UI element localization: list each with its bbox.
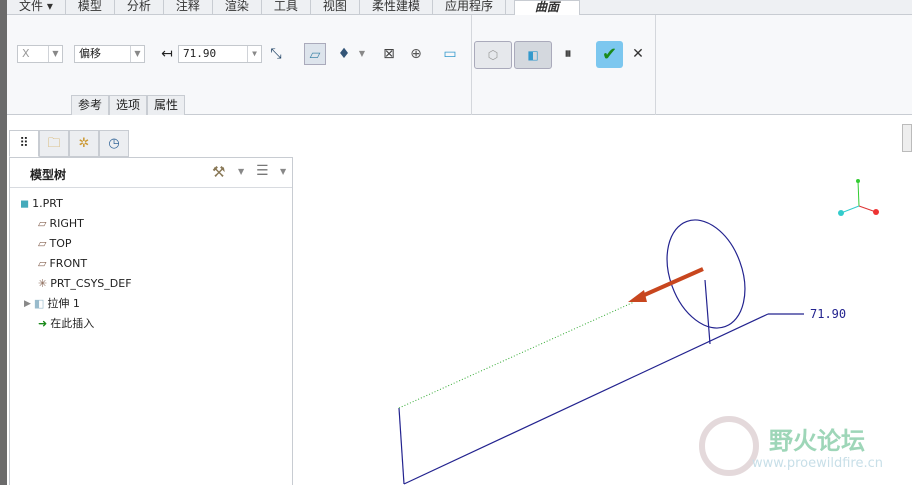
distance-icon: ↤ [161,46,173,62]
pause-icon[interactable]: ⏸ [557,43,579,65]
type-select-value: 偏移 [79,47,101,60]
surface-icon[interactable]: ▱ [304,43,326,65]
watermark-url: www.proewildfire.cn [752,456,883,471]
subtab-options[interactable]: 选项 [109,95,147,115]
confirm-button[interactable]: ✔ [596,41,623,68]
tab-analysis[interactable]: 分析 [115,0,164,15]
tab-view[interactable]: 视图 [311,0,360,15]
datum-plane-icon: ▱ [38,217,47,230]
chevron-down-icon[interactable]: ▼ [280,167,286,176]
distance-value: 71.90 [183,47,217,60]
hatch-icon[interactable]: ⊠ [378,43,400,65]
subtab-properties[interactable]: 属性 [147,95,185,115]
tab-annotate[interactable]: 注释 [164,0,213,15]
tree-item-label: 拉伸 1 [47,297,80,310]
axis-select[interactable]: X ▼ [17,45,63,63]
folder-browser-tab-icon[interactable]: 🗀 [39,130,69,157]
divider [655,15,656,115]
axis-select-value: X [22,47,30,60]
tab-applications[interactable]: 应用程序 [433,0,506,15]
chevron-down-icon: ▼ [48,46,62,62]
verify-preview-button[interactable]: ⬡ [474,41,512,69]
fill-icon[interactable]: ♦ [333,43,355,65]
tree-item-insert-here[interactable]: ➜ 在此插入 [38,315,94,333]
tree-item-extrude[interactable]: ▶ ◧ 拉伸 1 [24,295,80,313]
settings-tools-icon[interactable]: ⚒ [212,163,225,181]
circle-sketch [666,219,746,329]
chevron-down-icon: ▼ [130,46,144,62]
tree-item-label: PRT_CSYS_DEF [50,277,132,290]
tab-surface[interactable]: 曲面 [513,0,580,16]
side-panel-handle[interactable] [902,124,912,152]
type-select[interactable]: 偏移 ▼ [74,45,145,63]
tab-model[interactable]: 模型 [66,0,115,15]
watermark-logo [699,416,759,476]
datum-plane-icon: ▱ [38,257,47,270]
cancel-button[interactable]: ✕ [627,43,649,65]
preview-frame-icon[interactable]: ▭ [439,43,461,65]
model-tree-panel: 模型树 ⚒ ▼ ☰ ▼ ◼ 1.PRT ▱ RIGHT ▱ TOP ▱ FRONT ✳ P… [9,157,293,485]
graphics-viewport[interactable]: 71.90 野火论坛 www.proewildfire.cn [294,116,912,485]
watermark-title: 野火论坛 [769,427,865,455]
window-edge [0,0,7,485]
part-icon: ◼ [20,197,30,210]
chevron-down-icon[interactable]: ▼ [356,43,368,65]
tab-flexible-modeling[interactable]: 柔性建模 [360,0,433,15]
tree-item-label: TOP [49,237,72,250]
favorites-tab-icon[interactable]: ✲ [69,130,99,157]
distance-input[interactable]: 71.90 ▼ [178,45,262,63]
tab-file[interactable]: 文件 ▾ [7,0,66,15]
datum-plane-icon: ▱ [38,237,47,250]
model-tree-title: 模型树 [30,168,67,182]
chevron-down-icon[interactable]: ▼ [238,167,244,176]
insert-arrow-icon: ➜ [38,317,48,330]
tree-item-right[interactable]: ▱ RIGHT [38,215,84,233]
tab-render[interactable]: 渲染 [213,0,262,15]
extrude-icon: ◧ [33,297,45,310]
subtab-references[interactable]: 参考 [71,95,109,115]
direction-arrow[interactable] [641,267,704,298]
tree-item-top[interactable]: ▱ TOP [38,235,71,253]
tree-item-label: RIGHT [49,217,84,230]
chevron-down-icon: ▼ [247,46,261,62]
ribbon-tabs: 文件 ▾ 模型 分析 注释 渲染 工具 视图 柔性建模 应用程序 曲面 [7,0,912,16]
tree-item-label: 1.PRT [32,197,63,210]
csys-icon[interactable]: ⊕ [405,43,427,65]
expand-arrow-icon[interactable]: ▶ [24,295,31,313]
ribbon: X ▼ 偏移 ▼ ↤ 71.90 ▼ ⤡ ▱ ♦ ▼ ⊠ ⊕ ▭ ⬡ ◧ ⏸ ✔ ✕ … [7,15,912,115]
history-tab-icon[interactable]: ◷ [99,130,129,157]
flip-direction-icon[interactable]: ⤡ [265,43,287,65]
show-list-icon[interactable]: ☰ [256,163,269,179]
tab-tools[interactable]: 工具 [262,0,311,15]
divider [471,15,472,115]
tree-item-front[interactable]: ▱ FRONT [38,255,87,273]
tree-item-csys[interactable]: ✳ PRT_CSYS_DEF [38,275,132,293]
dimension-label[interactable]: 71.90 [810,307,846,321]
tree-item-label: FRONT [49,257,88,270]
tree-item-label: 在此插入 [50,317,95,330]
model-tree-tab-icon[interactable]: ⠿ [9,130,39,157]
csys-triad [838,179,879,216]
feature-preview-button[interactable]: ◧ [514,41,552,69]
tree-item-part[interactable]: ◼ 1.PRT [20,195,63,213]
csys-icon: ✳ [38,277,48,290]
offset-path [398,301,635,409]
